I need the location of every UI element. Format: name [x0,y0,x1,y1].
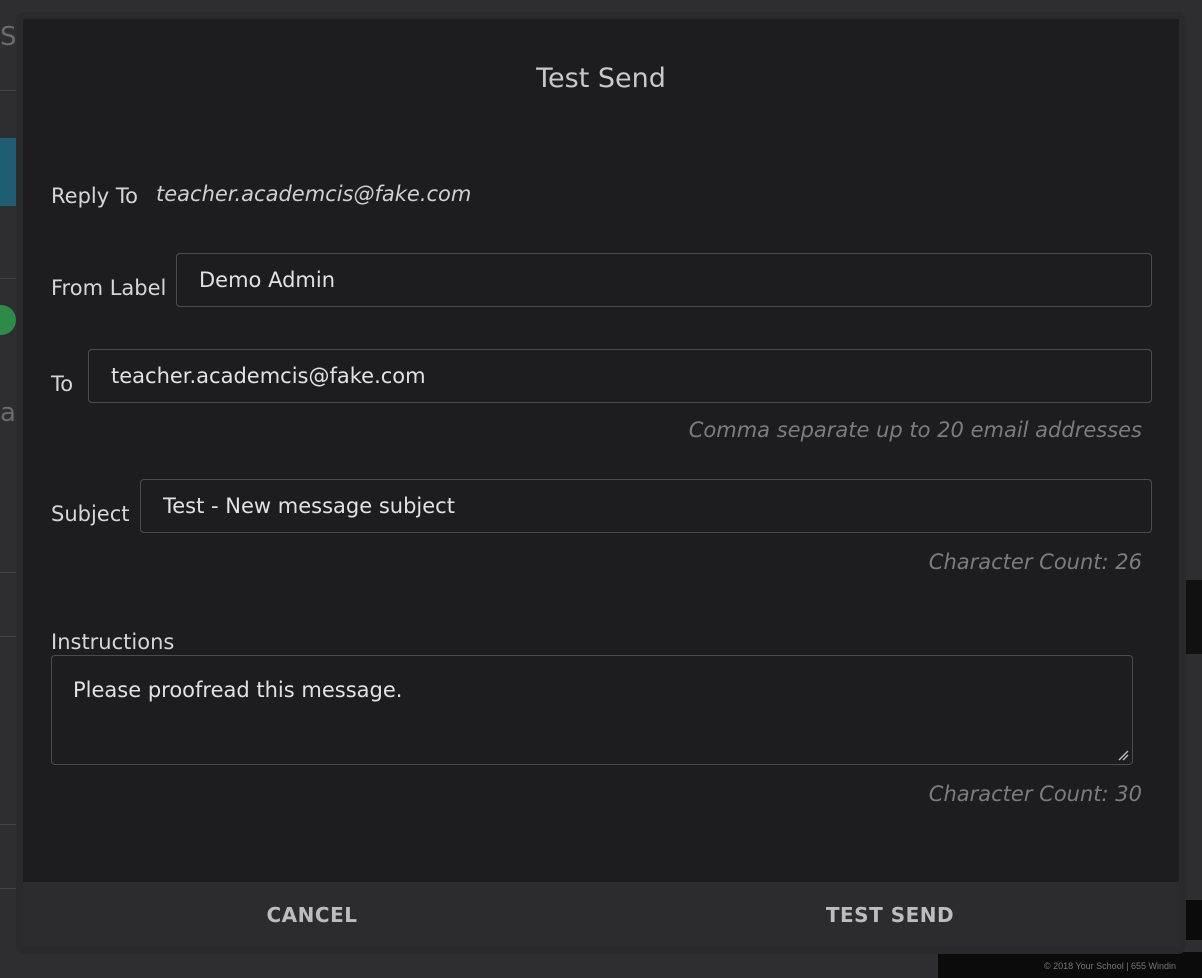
background-check-icon [0,305,16,335]
background-fragment: a [0,398,16,428]
background-button [0,138,16,206]
background-divider [0,572,16,573]
background-divider [0,278,16,279]
test-send-button[interactable]: TEST SEND [601,882,1179,947]
resize-handle-icon[interactable] [1117,749,1129,761]
modal-footer: CANCEL TEST SEND [23,882,1179,947]
background-fragment: S [0,22,17,52]
background-divider [0,888,16,889]
modal-title: Test Send [536,63,666,94]
background-divider [0,636,16,637]
subject-input[interactable] [140,479,1152,533]
instructions-textarea[interactable]: Please proofread this message. [51,655,1133,765]
background-footer: © 2018 Your School | 655 Windin [938,952,1202,978]
to-hint: Comma separate up to 20 email addresses [688,418,1142,442]
to-label: To [51,372,74,396]
background-divider [0,90,16,91]
cancel-button[interactable]: CANCEL [23,882,601,947]
background-image [1186,580,1202,654]
reply-to-label: Reply To [51,184,138,208]
reply-to-value: teacher.academcis@fake.com [156,182,472,206]
instructions-character-count: Character Count: 30 [928,782,1142,806]
from-label-input[interactable] [176,253,1152,307]
background-social-icon [1186,900,1202,940]
to-input[interactable] [88,349,1152,403]
background-divider [0,824,16,825]
test-send-modal: Test Send Reply To teacher.academcis@fak… [16,12,1186,954]
subject-character-count: Character Count: 26 [928,550,1142,574]
subject-label: Subject [51,502,130,526]
instructions-label: Instructions [51,630,175,654]
from-label-label: From Label [51,276,167,300]
